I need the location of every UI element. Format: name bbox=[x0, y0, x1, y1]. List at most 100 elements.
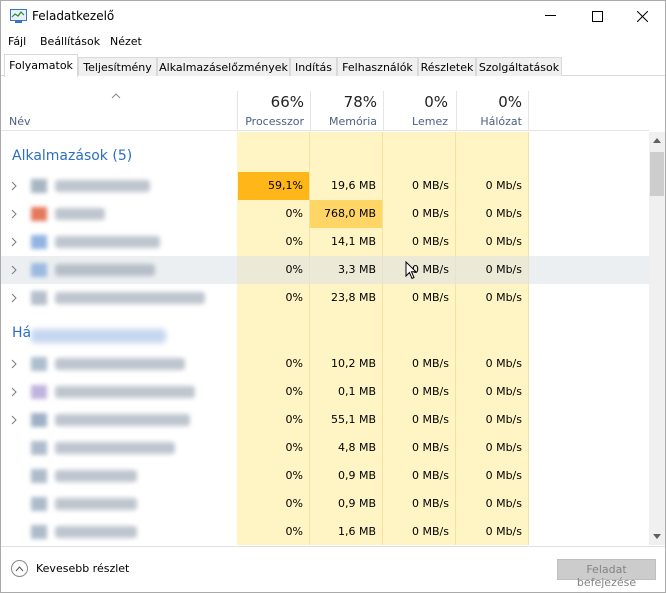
process-row[interactable]: 0% 0,1 MB 0 MB/s 0 Mb/s bbox=[1, 378, 649, 406]
process-icon bbox=[31, 179, 47, 193]
cpu-value: 0% bbox=[285, 413, 303, 426]
network-value: 0 Mb/s bbox=[485, 179, 522, 192]
process-icon bbox=[31, 385, 47, 399]
process-icon bbox=[31, 235, 47, 249]
expand-chevron-icon[interactable] bbox=[11, 265, 17, 275]
process-name-blurred bbox=[55, 236, 160, 248]
cpu-value: 0% bbox=[285, 385, 303, 398]
process-name-blurred bbox=[55, 470, 137, 482]
column-network[interactable]: 0% Hálózat bbox=[456, 91, 529, 131]
network-total: 0% bbox=[498, 93, 522, 111]
tab-details[interactable]: Részletek bbox=[418, 57, 476, 76]
fewer-details-label: Kevesebb részlet bbox=[36, 562, 130, 575]
tab-bar: Folyamatok Teljesítmény Alkalmazáselőzmé… bbox=[1, 54, 665, 77]
disk-value: 0 MB/s bbox=[412, 291, 449, 304]
memory-value: 14,1 MB bbox=[330, 235, 376, 248]
cpu-value: 0% bbox=[285, 291, 303, 304]
end-task-button[interactable]: Feladat befejezése bbox=[557, 559, 656, 589]
process-row[interactable]: 0% 3,3 MB 0 MB/s 0 Mb/s bbox=[1, 256, 649, 284]
fewer-details-button[interactable]: Kevesebb részlet bbox=[11, 560, 129, 577]
chevron-up-circle-icon bbox=[11, 560, 28, 577]
tab-app-history[interactable]: Alkalmazáselőzmények bbox=[157, 57, 290, 76]
tab-users[interactable]: Felhasználók bbox=[337, 57, 418, 76]
menu-file[interactable]: Fájl bbox=[8, 35, 26, 48]
memory-value: 4,8 MB bbox=[337, 441, 376, 454]
group-background: Há bbox=[12, 325, 32, 341]
network-value: 0 Mb/s bbox=[485, 235, 522, 248]
process-row[interactable]: 0% 4,8 MB 0 MB/s 0 Mb/s bbox=[1, 434, 649, 462]
network-label: Hálózat bbox=[480, 115, 522, 128]
menu-settings[interactable]: Beállítások bbox=[40, 35, 100, 48]
cpu-value: 59,1% bbox=[268, 179, 303, 192]
process-row[interactable]: 0% 0,9 MB 0 MB/s 0 Mb/s bbox=[1, 490, 649, 518]
process-row[interactable]: 0% 55,1 MB 0 MB/s 0 Mb/s bbox=[1, 406, 649, 434]
network-value: 0 Mb/s bbox=[485, 207, 522, 220]
cpu-value: 0% bbox=[285, 357, 303, 370]
group-apps: Alkalmazások (5) bbox=[12, 148, 133, 164]
expand-chevron-icon[interactable] bbox=[11, 237, 17, 247]
cpu-value: 0% bbox=[285, 263, 303, 276]
scroll-down-icon[interactable] bbox=[653, 534, 661, 539]
process-name-blurred bbox=[55, 264, 155, 276]
cpu-value: 0% bbox=[285, 469, 303, 482]
expand-chevron-icon[interactable] bbox=[11, 359, 17, 369]
process-row[interactable]: 0% 0,9 MB 0 MB/s 0 Mb/s bbox=[1, 462, 649, 490]
expand-chevron-icon[interactable] bbox=[11, 415, 17, 425]
menu-view[interactable]: Nézet bbox=[110, 35, 142, 48]
column-cpu[interactable]: 66% Processzor bbox=[237, 91, 310, 131]
network-value: 0 Mb/s bbox=[485, 357, 522, 370]
memory-value: 3,3 MB bbox=[337, 263, 376, 276]
process-icon bbox=[31, 525, 47, 539]
minimize-button[interactable] bbox=[527, 1, 573, 31]
memory-value: 55,1 MB bbox=[330, 413, 376, 426]
disk-value: 0 MB/s bbox=[412, 179, 449, 192]
memory-value: 0,1 MB bbox=[337, 385, 376, 398]
footer: Kevesebb részlet Feladat befejezése bbox=[1, 546, 665, 592]
expand-chevron-icon[interactable] bbox=[11, 209, 17, 219]
scrollbar-thumb[interactable] bbox=[650, 152, 664, 196]
expand-chevron-icon[interactable] bbox=[11, 181, 17, 191]
process-name-blurred bbox=[55, 292, 205, 304]
tab-processes[interactable]: Folyamatok bbox=[4, 54, 78, 77]
cpu-value: 0% bbox=[285, 525, 303, 538]
tab-performance[interactable]: Teljesítmény bbox=[78, 57, 157, 76]
process-icon bbox=[31, 497, 47, 511]
memory-value: 0,9 MB bbox=[337, 497, 376, 510]
expand-chevron-icon[interactable] bbox=[11, 293, 17, 303]
disk-value: 0 MB/s bbox=[412, 413, 449, 426]
process-row[interactable]: 59,1% 19,6 MB 0 MB/s 0 Mb/s bbox=[1, 172, 649, 200]
memory-value: 19,6 MB bbox=[330, 179, 376, 192]
process-icon bbox=[31, 291, 47, 305]
maximize-button[interactable] bbox=[574, 1, 620, 31]
title-bar[interactable]: Feladatkezelő bbox=[1, 1, 665, 31]
menu-bar: Fájl Beállítások Nézet bbox=[1, 33, 665, 51]
column-disk[interactable]: 0% Lemez bbox=[383, 91, 456, 131]
network-value: 0 Mb/s bbox=[485, 263, 522, 276]
process-row[interactable]: 0% 768,0 MB 0 MB/s 0 Mb/s bbox=[1, 200, 649, 228]
network-value: 0 Mb/s bbox=[485, 291, 522, 304]
process-row[interactable]: 0% 1,6 MB 0 MB/s 0 Mb/s bbox=[1, 518, 649, 545]
process-row[interactable]: 0% 23,8 MB 0 MB/s 0 Mb/s bbox=[1, 284, 649, 312]
process-row[interactable]: 0% 14,1 MB 0 MB/s 0 Mb/s bbox=[1, 228, 649, 256]
column-name[interactable]: Név bbox=[9, 115, 31, 128]
process-name-blurred bbox=[55, 180, 150, 192]
tab-services[interactable]: Szolgáltatások bbox=[476, 57, 562, 76]
scroll-up-icon[interactable] bbox=[653, 138, 661, 143]
network-value: 0 Mb/s bbox=[485, 497, 522, 510]
disk-value: 0 MB/s bbox=[412, 263, 449, 276]
process-row[interactable]: 0% 10,2 MB 0 MB/s 0 Mb/s bbox=[1, 350, 649, 378]
task-manager-icon bbox=[10, 9, 27, 23]
process-list: Alkalmazások (5) Há 59,1% 19,6 MB 0 MB/s 0 … bbox=[1, 132, 649, 545]
process-icon bbox=[31, 441, 47, 455]
tab-startup[interactable]: Indítás bbox=[290, 57, 337, 76]
expand-chevron-icon[interactable] bbox=[11, 387, 17, 397]
process-name-blurred bbox=[55, 414, 190, 426]
column-memory[interactable]: 78% Memória bbox=[310, 91, 383, 131]
cpu-value: 0% bbox=[285, 207, 303, 220]
window-title: Feladatkezelő bbox=[32, 9, 115, 23]
disk-value: 0 MB/s bbox=[412, 525, 449, 538]
disk-value: 0 MB/s bbox=[412, 441, 449, 454]
network-value: 0 Mb/s bbox=[485, 469, 522, 482]
close-button[interactable] bbox=[619, 1, 665, 31]
vertical-scrollbar[interactable] bbox=[649, 132, 665, 545]
